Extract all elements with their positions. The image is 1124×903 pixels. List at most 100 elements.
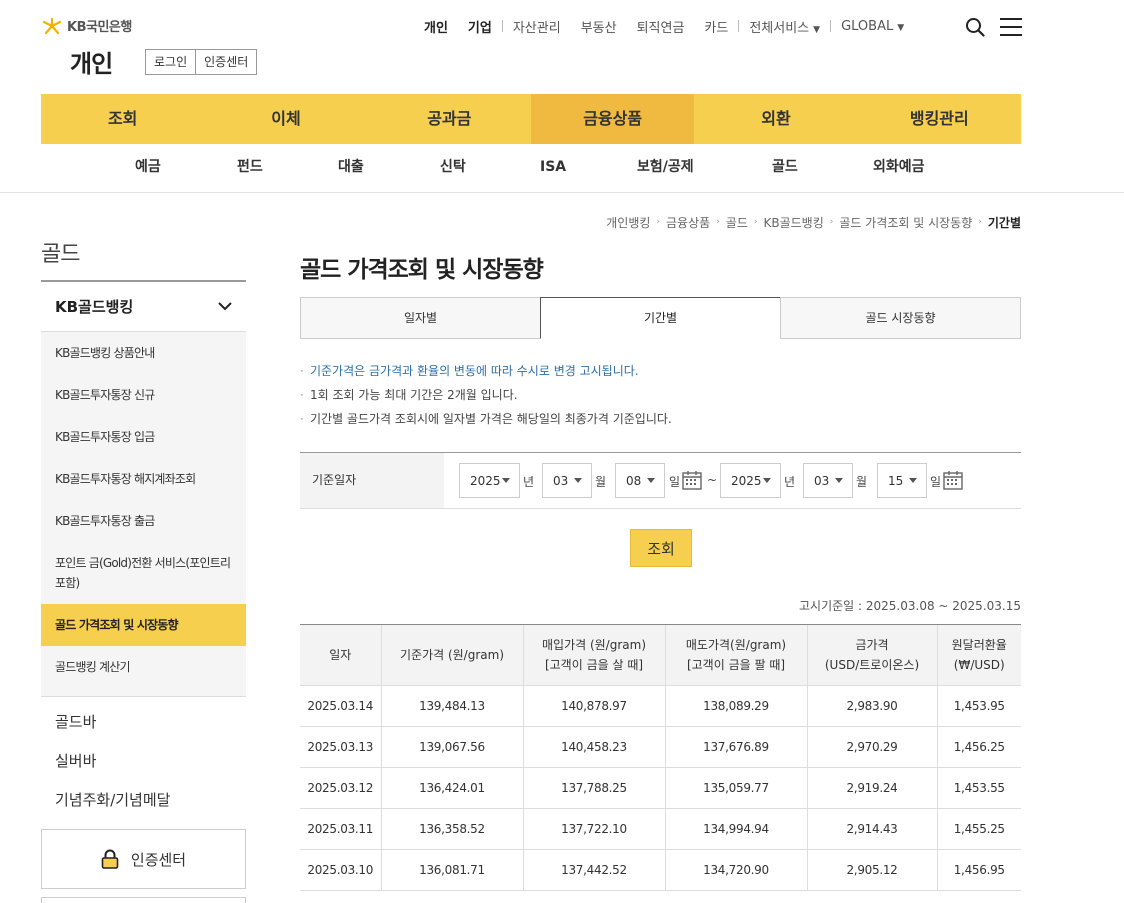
cert-center-button[interactable]: 인증센터: [41, 829, 246, 889]
breadcrumb-item[interactable]: 골드 가격조회 및 시장동향: [833, 214, 978, 231]
caret-down-icon: ▼: [897, 22, 905, 33]
sidebar-group-toggle[interactable]: KB골드뱅킹: [41, 280, 246, 332]
util-asset[interactable]: 자산관리: [503, 17, 571, 36]
cell-buy-price: 140,878.97: [522, 685, 665, 727]
cert-center-link[interactable]: 인증센터: [195, 50, 256, 74]
gnb-inquiry[interactable]: 조회: [41, 94, 204, 144]
util-card[interactable]: 카드: [694, 17, 738, 36]
cell-exchange-rate: 1,456.95: [936, 849, 1021, 891]
col-header-exchange-rate: 원달러환율 (₩/USD): [936, 624, 1021, 686]
cell-date: 2025.03.14: [300, 685, 381, 727]
tab-daily[interactable]: 일자별: [300, 297, 541, 339]
breadcrumb-item[interactable]: 골드: [720, 214, 754, 231]
main-nav: 조회 이체 공과금 금융상품 외환 뱅킹관리: [41, 94, 1021, 144]
util-global[interactable]: GLOBAL ▼: [831, 19, 914, 34]
cell-gold-price: 2,919.24: [806, 767, 937, 809]
cell-base-price: 139,484.13: [380, 685, 523, 727]
sidebar-item-commemorative[interactable]: 기념주화/기념메달: [41, 781, 246, 820]
cell-base-price: 136,081.71: [380, 849, 523, 891]
unit-month: 월: [595, 475, 607, 489]
sidebar-item-deposit[interactable]: KB골드투자통장 입금: [41, 416, 246, 458]
sidebar-submenu: KB골드뱅킹 상품안내 KB골드투자통장 신규 KB골드투자통장 입금 KB골드…: [41, 332, 246, 697]
cell-sell-price: 138,089.29: [664, 685, 807, 727]
cell-exchange-rate: 1,453.55: [936, 767, 1021, 809]
cell-base-price: 136,424.01: [380, 767, 523, 809]
sidebar-item-silver-bar[interactable]: 실버바: [41, 742, 246, 781]
sub-nav-trust[interactable]: 신탁: [440, 144, 466, 190]
menu-icon[interactable]: [1000, 18, 1022, 36]
sidebar-item-product-info[interactable]: KB골드뱅킹 상품안내: [41, 332, 246, 374]
sidebar-item-point-conversion[interactable]: 포인트 금(Gold)전환 서비스(포인트리 포함): [41, 542, 246, 604]
calendar-icon[interactable]: [943, 470, 963, 490]
sub-nav-gold[interactable]: 골드: [772, 144, 798, 190]
col-header-date: 일자: [300, 624, 381, 686]
to-year-select[interactable]: 2025: [720, 463, 781, 498]
sub-nav-loan[interactable]: 대출: [338, 144, 364, 190]
cell-sell-price: 135,059.77: [664, 767, 807, 809]
sidebar-item-closed-accounts[interactable]: KB골드투자통장 해지계좌조회: [41, 458, 246, 500]
cell-buy-price: 137,442.52: [522, 849, 665, 891]
search-button[interactable]: 조회: [630, 529, 692, 567]
from-year-select[interactable]: 2025: [459, 463, 520, 498]
cell-buy-price: 140,458.23: [522, 726, 665, 768]
unit-month: 월: [856, 475, 868, 489]
gnb-foreign-exchange[interactable]: 외환: [694, 94, 857, 144]
col-header-buy-price: 매입가격 (원/gram) [고객이 금을 살 때]: [522, 624, 665, 686]
gold-price-table: 일자 기준가격 (원/gram) 매입가격 (원/gram) [고객이 금을 살 …: [300, 624, 1021, 891]
cell-date: 2025.03.10: [300, 849, 381, 891]
sidebar-item-withdraw[interactable]: KB골드투자통장 출금: [41, 500, 246, 542]
table-row: 2025.03.11 136,358.52 137,722.10 134,994…: [300, 808, 1021, 850]
login-link[interactable]: 로그인: [146, 50, 195, 74]
sub-nav-isa[interactable]: ISA: [540, 144, 566, 190]
cell-sell-price: 134,720.90: [664, 849, 807, 891]
to-day-select[interactable]: 15: [877, 463, 927, 498]
util-realestate[interactable]: 부동산: [571, 17, 627, 36]
sidebar-group-label: KB골드뱅킹: [55, 298, 134, 316]
sub-nav-fx-deposit[interactable]: 외화예금: [873, 144, 925, 190]
sidebar: KB골드뱅킹 KB골드뱅킹 상품안내 KB골드투자통장 신규 KB골드투자통장 …: [41, 280, 246, 820]
search-icon[interactable]: [965, 17, 985, 37]
gnb-utility-bills[interactable]: 공과금: [368, 94, 531, 144]
unit-year: 년: [523, 475, 535, 489]
sub-nav-deposit[interactable]: 예금: [135, 144, 161, 190]
sidebar-title: 골드: [41, 242, 80, 267]
unit-year: 년: [784, 475, 796, 489]
gnb-financial-products[interactable]: 금융상품: [530, 94, 695, 144]
unit-day: 일: [930, 475, 942, 489]
gnb-banking-management[interactable]: 뱅킹관리: [858, 94, 1021, 144]
sidebar-next-box: [41, 897, 246, 903]
util-nav: 개인 기업 자산관리 부동산 퇴직연금 카드 전체서비스 ▼ GLOBAL ▼: [414, 16, 914, 36]
sidebar-item-calculator[interactable]: 골드뱅킹 계산기: [41, 646, 246, 688]
calendar-icon[interactable]: [682, 470, 702, 490]
util-all-services[interactable]: 전체서비스 ▼: [739, 17, 830, 36]
cert-center-label: 인증센터: [130, 850, 187, 869]
kb-logo[interactable]: KB국민은행: [41, 16, 132, 35]
breadcrumb-item[interactable]: KB골드뱅킹: [758, 214, 830, 231]
sidebar-item-price-inquiry[interactable]: 골드 가격조회 및 시장동향: [41, 604, 246, 646]
to-month-value: 03: [814, 473, 830, 488]
table-row: 2025.03.13 139,067.56 140,458.23 137,676…: [300, 726, 1021, 768]
from-day-select[interactable]: 08: [615, 463, 665, 498]
tab-market-trend[interactable]: 골드 시장동향: [780, 297, 1021, 339]
to-month-select[interactable]: 03: [803, 463, 853, 498]
util-pension[interactable]: 퇴직연금: [627, 17, 695, 36]
to-day-value: 15: [888, 473, 904, 488]
table-header-row: 일자 기준가격 (원/gram) 매입가격 (원/gram) [고객이 금을 살 …: [300, 624, 1021, 686]
condition-label: 기준일자: [300, 453, 444, 508]
util-personal[interactable]: 개인: [414, 17, 458, 36]
breadcrumb-item[interactable]: 금융상품: [660, 214, 716, 231]
caret-down-icon: ▼: [813, 24, 821, 35]
tab-period[interactable]: 기간별: [540, 297, 781, 339]
from-year-value: 2025: [470, 473, 501, 488]
sidebar-item-open-account[interactable]: KB골드투자통장 신규: [41, 374, 246, 416]
gnb-transfer[interactable]: 이체: [204, 94, 367, 144]
cell-base-price: 139,067.56: [380, 726, 523, 768]
breadcrumb-item[interactable]: 개인뱅킹: [600, 214, 656, 231]
notice-item: 기준가격은 금가격과 환율의 변동에 따라 수시로 변경 고시됩니다.: [300, 359, 672, 383]
cell-buy-price: 137,722.10: [522, 808, 665, 850]
sub-nav-fund[interactable]: 펀드: [237, 144, 263, 190]
sidebar-item-gold-bar[interactable]: 골드바: [41, 703, 246, 742]
sub-nav-insurance[interactable]: 보험/공제: [637, 144, 694, 190]
util-corporate[interactable]: 기업: [458, 17, 502, 36]
from-month-select[interactable]: 03: [542, 463, 592, 498]
